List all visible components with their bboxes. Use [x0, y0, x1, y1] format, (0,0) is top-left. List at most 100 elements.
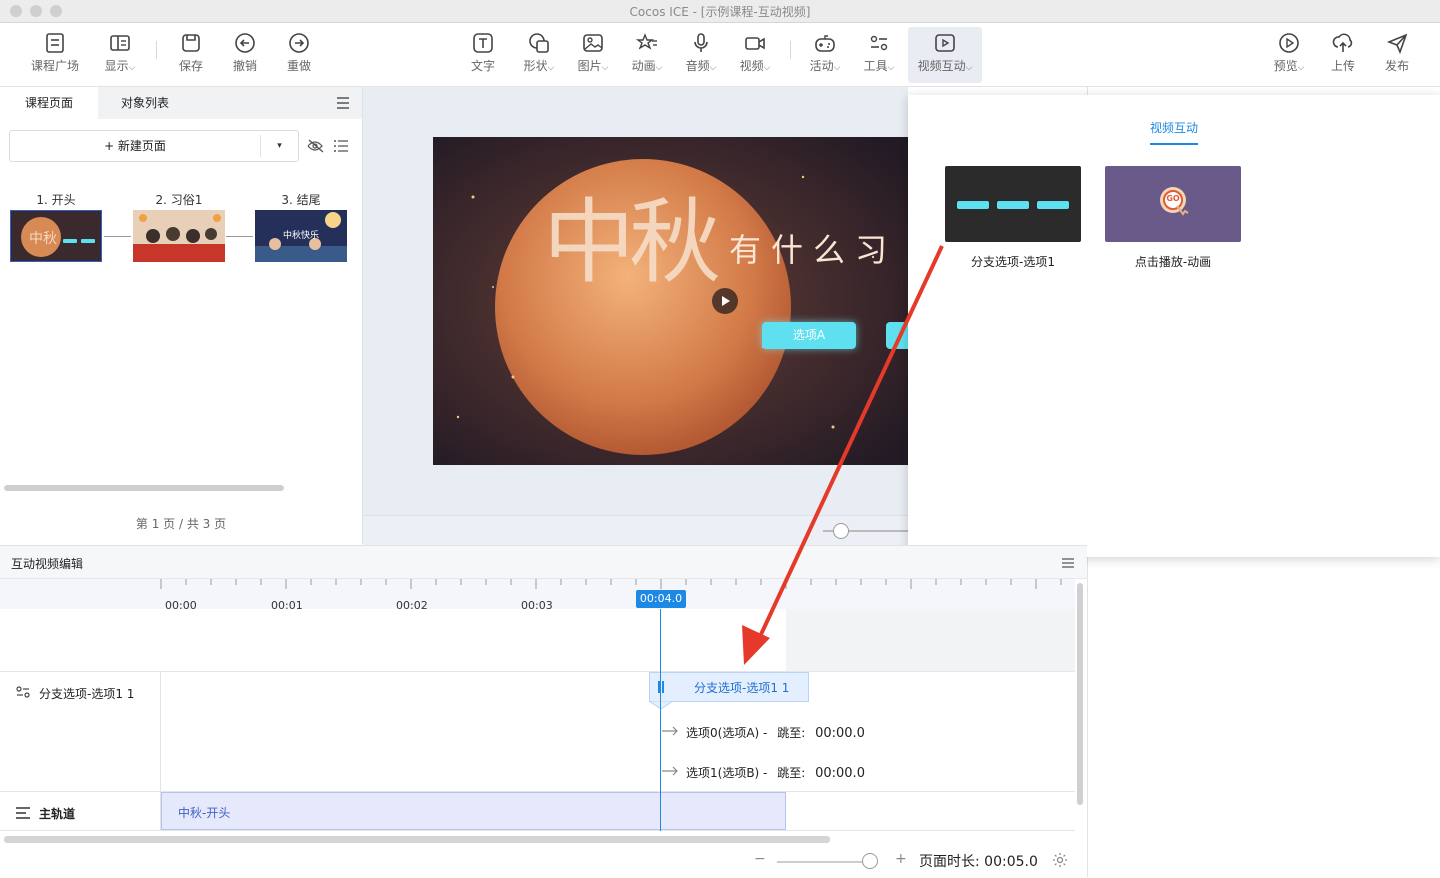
option-row-0[interactable]: 选项0(选项A) - 跳至: 00:00.0: [686, 724, 865, 741]
page-title-2: 2. 习俗1: [155, 193, 203, 207]
video-interaction-button[interactable]: 视频互动⌵: [908, 27, 982, 83]
chevron-down-icon: ⌵: [833, 63, 841, 73]
list-view-icon[interactable]: [334, 140, 348, 152]
course-square-button[interactable]: 课程广场: [28, 29, 82, 81]
template-branch-option[interactable]: [945, 166, 1081, 242]
drag-handle[interactable]: [662, 681, 664, 693]
activity-tool-label: 活动: [809, 59, 834, 73]
page-counter: 第 1 页 / 共 3 页: [135, 517, 227, 531]
preview-button[interactable]: 预览⌵: [1262, 29, 1316, 81]
playhead-line[interactable]: [660, 609, 661, 831]
image-icon: [583, 34, 603, 52]
option-0-jump-time[interactable]: 00:00.0: [815, 726, 865, 741]
text-tool-button[interactable]: 文字: [456, 29, 510, 81]
video-camera-icon: [745, 37, 765, 50]
template-click-play-label: 点击播放-动画: [1134, 255, 1212, 269]
tools-button[interactable]: 工具⌵: [852, 29, 906, 81]
page-thumbnail-3[interactable]: 中秋快乐: [255, 210, 347, 262]
ruler-ticks: [160, 579, 1062, 589]
upload-button[interactable]: 上传: [1316, 29, 1370, 81]
video-tool-label: 视频: [739, 59, 764, 73]
new-page-button[interactable]: + 新建页面: [10, 131, 260, 161]
horizontal-scrollbar[interactable]: [4, 836, 830, 843]
canvas-zoom-bar: [363, 515, 908, 545]
page-duration-value[interactable]: 00:05.0: [984, 854, 1038, 870]
popup-tab-video-interaction[interactable]: 视频互动: [1144, 119, 1204, 136]
stage-play-button[interactable]: [712, 288, 738, 314]
image-tool-button[interactable]: 图片⌵: [566, 29, 620, 81]
redo-button[interactable]: 重做: [272, 29, 326, 81]
branch-block[interactable]: 分支选项-选项1 1: [649, 672, 809, 702]
tools-icon: [870, 35, 888, 51]
svg-text:中秋快乐: 中秋快乐: [283, 229, 319, 241]
display-icon: [110, 35, 130, 51]
tab-object-list[interactable]: 对象列表: [98, 87, 192, 119]
shape-icon: [529, 33, 549, 53]
vertical-scrollbar[interactable]: [1077, 583, 1083, 805]
shape-tool-button[interactable]: 形状⌵: [512, 29, 566, 81]
option-1-jump-time[interactable]: 00:00.0: [815, 766, 865, 781]
page-thumbnail-2[interactable]: [133, 210, 225, 262]
go-click-icon: [1160, 187, 1189, 216]
image-tool-label: 图片: [577, 59, 602, 73]
course-square-icon: [46, 33, 64, 53]
zoom-out-button[interactable]: −: [754, 851, 766, 867]
tab-course-pages[interactable]: 课程页面: [0, 87, 98, 119]
timeline-zoom-handle[interactable]: [862, 853, 878, 869]
page-link-arrow: [226, 236, 253, 237]
playhead-time-badge[interactable]: 00:04.0: [636, 590, 686, 608]
editor-menu-icon[interactable]: [1062, 558, 1074, 568]
window-titlebar: Cocos ICE - [示例课程-互动视频]: [0, 0, 1440, 23]
video-interaction-label: 视频互动: [917, 59, 966, 73]
text-icon: [473, 33, 493, 53]
zoom-slider-handle[interactable]: [833, 523, 849, 539]
zoom-in-button[interactable]: +: [895, 851, 907, 867]
save-icon: [182, 34, 200, 52]
display-button[interactable]: 显示⌵: [93, 29, 147, 81]
branch-block-label: 分支选项-选项1 1: [694, 681, 790, 695]
save-button[interactable]: 保存: [164, 29, 218, 81]
horizontal-scrollbar[interactable]: [4, 485, 284, 491]
interactive-video-editor: 互动视频编辑 00:00 00:01 00:02 00:03 00:04.0 分…: [0, 545, 1087, 878]
branch-block-pointer: [649, 701, 673, 710]
animation-icon: [636, 33, 657, 50]
left-panel-tabs: 课程页面 对象列表: [0, 87, 362, 119]
out-of-range-area: [786, 609, 1075, 671]
text-tool-label: 文字: [470, 59, 495, 73]
page-thumbnail-1[interactable]: 中秋: [10, 210, 102, 262]
toolbar-divider: [790, 41, 791, 59]
gear-icon[interactable]: [1052, 852, 1068, 868]
main-clip[interactable]: 中秋-开头: [161, 792, 786, 830]
panel-menu-icon[interactable]: [336, 97, 350, 109]
page-duration-label: 页面时长:: [919, 854, 980, 870]
microphone-icon: [694, 33, 708, 52]
option-arrow-icon: [662, 766, 678, 776]
new-page-dropdown[interactable]: ▾: [261, 131, 298, 161]
template-click-play[interactable]: GO: [1105, 166, 1241, 242]
chevron-down-icon: ⌵: [763, 63, 771, 73]
go-badge: GO: [1166, 194, 1180, 203]
tick-label: 00:01: [271, 599, 303, 612]
stage-subtitle: 有什么习: [729, 231, 898, 269]
stage-option-b-button[interactable]: [886, 322, 908, 349]
stage-option-a-button[interactable]: 选项A: [762, 322, 856, 349]
chevron-down-icon: ⌵: [887, 63, 895, 73]
branch-track-label[interactable]: 分支选项-选项1 1: [39, 685, 134, 702]
animation-tool-button[interactable]: 动画⌵: [620, 29, 674, 81]
audio-tool-button[interactable]: 音频⌵: [674, 29, 728, 81]
option-row-1[interactable]: 选项1(选项B) - 跳至: 00:00.0: [686, 764, 865, 781]
video-tool-button[interactable]: 视频⌵: [728, 29, 782, 81]
stage-preview[interactable]: 中秋 有什么习 选项A: [433, 137, 908, 465]
page-title-3: 3. 结尾: [281, 193, 321, 207]
main-track-label[interactable]: 主轨道: [39, 805, 75, 822]
visibility-toggle-icon[interactable]: [307, 139, 325, 153]
activity-tool-button[interactable]: 活动⌵: [798, 29, 852, 81]
animation-tool-label: 动画: [631, 59, 656, 73]
chevron-down-icon: ⌵: [601, 63, 609, 73]
publish-button[interactable]: 发布: [1370, 29, 1424, 81]
undo-button[interactable]: 撤销: [218, 29, 272, 81]
display-label: 显示: [104, 59, 129, 73]
timeline-ruler[interactable]: 00:00 00:01 00:02 00:03 00:04.0: [0, 579, 1075, 612]
toolbar-divider: [156, 41, 157, 59]
tick-label: 00:02: [396, 599, 428, 612]
